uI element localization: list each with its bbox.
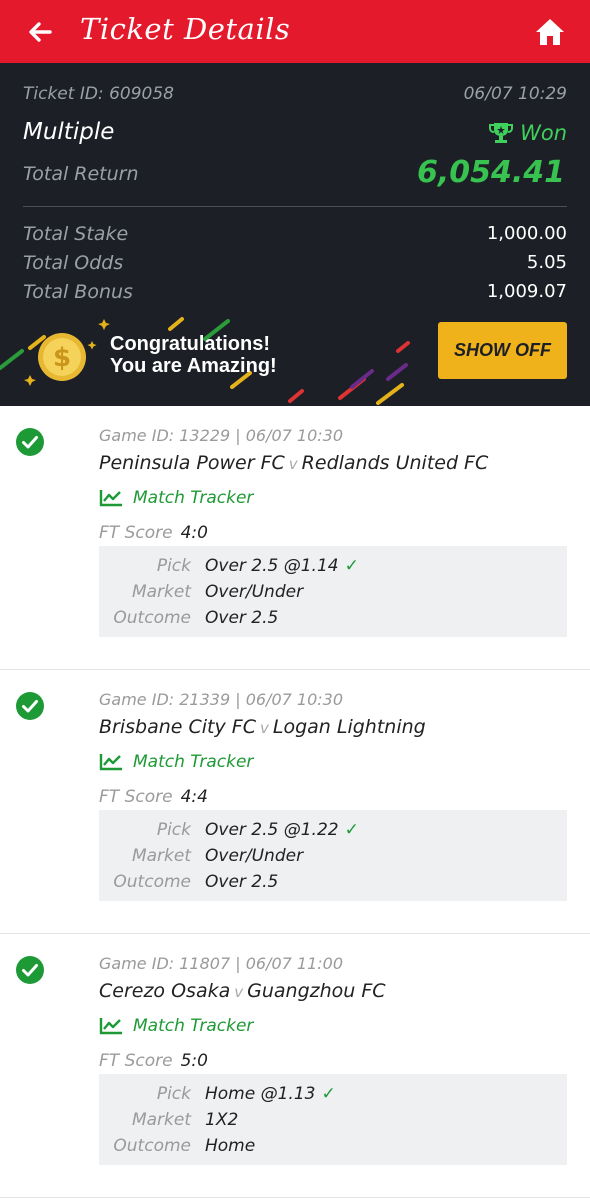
total-bonus-row: Total Bonus 1,009.07 [23,281,567,303]
match-tracker-label: Match Tracker [133,752,254,772]
arrow-left-icon[interactable] [24,16,56,48]
total-return-value: 6,054.41 [416,155,565,190]
pick-value: Over 2.5 @1.22 [205,820,339,840]
divider [23,206,567,207]
ft-score-label: FT Score [99,523,173,543]
home-team: Peninsula Power FC [99,452,285,474]
vs-label: v [259,719,269,737]
check-icon: ✓ [321,1084,336,1104]
show-off-button[interactable]: SHOW OFF [438,322,567,379]
svg-text:$: $ [53,343,71,373]
bet-details: Pick Over 2.5 @1.22 ✓ Market Over/Under O… [99,810,567,901]
market-value: 1X2 [205,1110,239,1130]
away-team: Guangzhou FC [247,980,386,1002]
check-circle-icon [16,692,44,720]
outcome-value: Home [205,1136,256,1156]
game-card: Game ID: 11807 | 06/07 11:00 Cerezo Osak… [0,934,590,1198]
promo-line-2: You are Amazing! [110,355,277,377]
game-meta: Game ID: 11807 | 06/07 11:00 [99,954,343,973]
game-teams: Cerezo Osaka v Guangzhou FC [99,980,386,1002]
market-label: Market [131,846,191,866]
ticket-datetime: 06/07 10:29 [463,84,567,104]
match-tracker-link[interactable]: Match Tracker [99,752,253,772]
market-label: Market [131,1110,191,1130]
market-value: Over/Under [205,582,304,602]
promo-message: Congratulations! You are Amazing! [110,333,277,377]
ft-score-value: 4:4 [180,787,208,807]
home-icon[interactable] [533,16,567,48]
ft-score-value: 5:0 [180,1051,208,1071]
outcome-value: Over 2.5 [205,872,279,892]
total-return-label: Total Return [23,163,139,185]
match-tracker-link[interactable]: Match Tracker [99,488,253,508]
outcome-label: Outcome [113,1136,191,1156]
outcome-label: Outcome [113,872,191,892]
ft-score-label: FT Score [99,787,173,807]
page-title: Ticket Details [80,12,291,46]
pick-value: Home @1.13 [205,1084,316,1104]
outcome-value: Over 2.5 [205,608,279,628]
total-stake-value: 1,000.00 [486,223,567,244]
status-label: Won [520,121,567,145]
home-team: Brisbane City FC [99,716,256,738]
total-bonus-label: Total Bonus [23,281,133,303]
pick-label: Pick [156,820,191,840]
ticket-summary: Ticket ID: 609058 06/07 10:29 Multiple W… [0,63,590,406]
check-circle-icon [16,956,44,984]
outcome-label: Outcome [113,608,191,628]
market-value: Over/Under [205,846,304,866]
market-label: Market [131,582,191,602]
bet-type: Multiple [23,119,115,145]
total-odds-row: Total Odds 5.05 [23,252,567,274]
ft-score: FT Score 4:0 [99,523,208,543]
bet-details: Pick Home @1.13 ✓ Market 1X2 Outcome Home [99,1074,567,1165]
game-teams: Brisbane City FC v Logan Lightning [99,716,426,738]
vs-label: v [288,455,298,473]
status-badge: Won [488,121,567,145]
total-stake-label: Total Stake [23,223,129,245]
trophy-icon [489,123,514,143]
ft-score: FT Score 4:4 [99,787,208,807]
check-icon: ✓ [344,820,359,840]
check-icon: ✓ [344,556,359,576]
vs-label: v [234,983,244,1001]
pick-label: Pick [156,556,191,576]
promo-line-1: Congratulations! [110,333,270,355]
away-team: Redlands United FC [301,452,489,474]
ft-score-label: FT Score [99,1051,173,1071]
match-tracker-link[interactable]: Match Tracker [99,1016,253,1036]
gold-coin-icon: $ [38,333,86,381]
ft-score: FT Score 5:0 [99,1051,208,1071]
home-team: Cerezo Osaka [99,980,231,1002]
bet-details: Pick Over 2.5 @1.14 ✓ Market Over/Under O… [99,546,567,637]
pick-value: Over 2.5 @1.14 [205,556,339,576]
pick-label: Pick [156,1084,191,1104]
ticket-id: Ticket ID: 609058 [23,84,174,104]
total-stake-row: Total Stake 1,000.00 [23,223,567,245]
match-tracker-label: Match Tracker [133,488,254,508]
total-odds-label: Total Odds [23,252,124,274]
match-tracker-label: Match Tracker [133,1016,254,1036]
game-card: Game ID: 21339 | 06/07 10:30 Brisbane Ci… [0,670,590,934]
game-teams: Peninsula Power FC v Redlands United FC [99,452,488,474]
app-header: Ticket Details [0,0,590,63]
line-chart-icon [99,490,122,507]
ft-score-value: 4:0 [180,523,208,543]
total-odds-value: 5.05 [526,252,567,273]
check-circle-icon [16,428,44,456]
game-meta: Game ID: 21339 | 06/07 10:30 [99,690,343,709]
away-team: Logan Lightning [272,716,426,738]
game-meta: Game ID: 13229 | 06/07 10:30 [99,426,343,445]
line-chart-icon [99,754,122,771]
line-chart-icon [99,1018,122,1035]
total-bonus-value: 1,009.07 [486,281,567,302]
game-card: Game ID: 13229 | 06/07 10:30 Peninsula P… [0,406,590,670]
